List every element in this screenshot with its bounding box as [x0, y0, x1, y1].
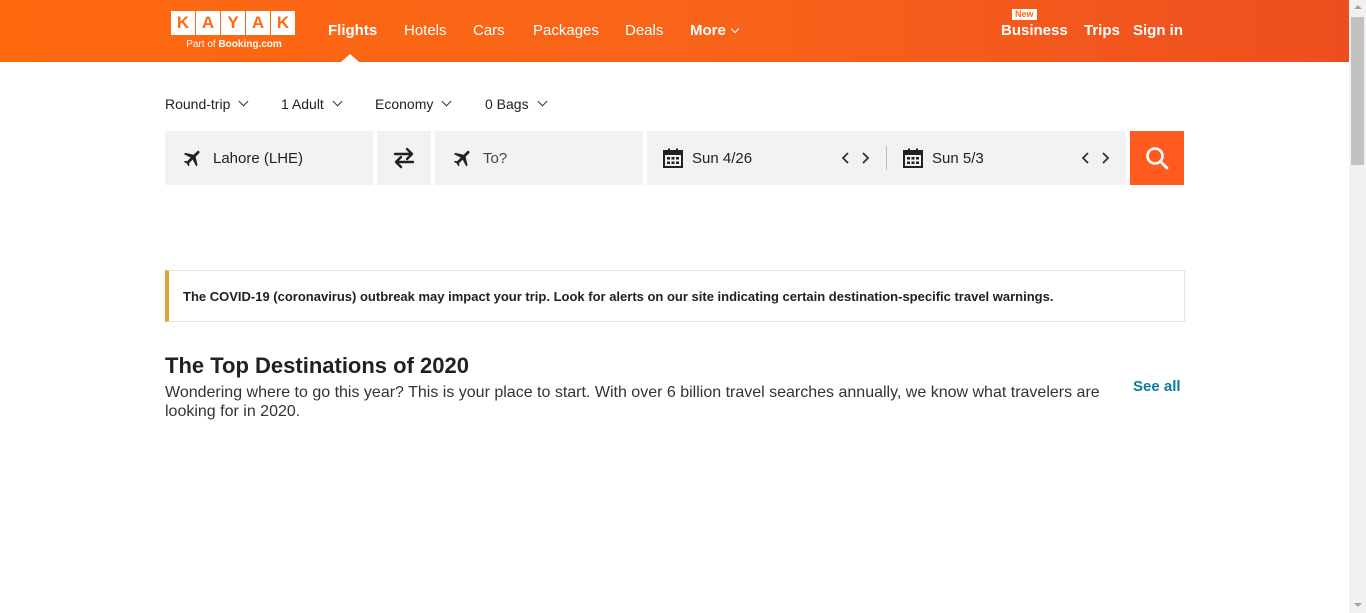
- calendar-icon: [663, 148, 683, 168]
- logo-letter: Y: [221, 11, 245, 35]
- destination-field[interactable]: To?: [435, 131, 643, 185]
- section-description: Wondering where to go this year? This is…: [165, 384, 1100, 420]
- travelers-dropdown[interactable]: 1 Adult: [281, 96, 343, 112]
- nav-trips[interactable]: Trips: [1084, 22, 1120, 40]
- chevron-left-icon[interactable]: [841, 152, 851, 164]
- airplane-icon: [453, 150, 470, 167]
- chevron-down-icon: [730, 24, 740, 34]
- chevron-left-icon[interactable]: [1081, 152, 1091, 164]
- bags-dropdown[interactable]: 0 Bags: [485, 96, 548, 112]
- logo-subtitle: Part of Booking.com: [186, 39, 282, 50]
- page: K A Y A K Part of Booking.com Flights Ho…: [0, 0, 1349, 613]
- chevron-right-icon[interactable]: [860, 152, 870, 164]
- swap-button[interactable]: [377, 131, 431, 185]
- swap-arrows-icon: [393, 147, 415, 169]
- scroll-down-arrow-icon[interactable]: [1354, 603, 1362, 607]
- logo-letter: K: [171, 11, 195, 35]
- airplane-icon: [183, 150, 200, 167]
- vertical-scrollbar[interactable]: [1349, 0, 1366, 613]
- sign-in-link[interactable]: Sign in: [1133, 22, 1183, 40]
- alert-text: The COVID-19 (coronavirus) outbreak may …: [183, 289, 1054, 304]
- calendar-icon: [903, 148, 923, 168]
- search-icon: [1146, 147, 1169, 170]
- chevron-down-icon: [332, 96, 343, 107]
- nav-cars[interactable]: Cars: [473, 22, 505, 40]
- kayak-logo[interactable]: K A Y A K Part of Booking.com: [171, 11, 297, 53]
- section-title: The Top Destinations of 2020: [165, 353, 469, 378]
- see-all-link[interactable]: See all: [1133, 378, 1181, 395]
- search-button[interactable]: [1130, 131, 1184, 185]
- nav-hotels[interactable]: Hotels: [404, 22, 447, 40]
- chevron-down-icon: [441, 96, 452, 107]
- active-tab-indicator: [341, 54, 359, 62]
- nav-more[interactable]: More: [690, 22, 740, 40]
- chevron-down-icon: [238, 96, 249, 107]
- date-divider: [886, 146, 887, 170]
- nav-deals[interactable]: Deals: [625, 22, 663, 40]
- depart-date-value: Sun 4/26: [692, 150, 753, 167]
- chevron-right-icon[interactable]: [1100, 152, 1110, 164]
- destination-placeholder: To?: [483, 150, 508, 167]
- logo-letter: A: [196, 11, 220, 35]
- cabin-class-dropdown[interactable]: Economy: [375, 96, 452, 112]
- new-badge: New: [1012, 9, 1037, 20]
- scrollbar-thumb[interactable]: [1351, 17, 1364, 165]
- chevron-down-icon: [537, 96, 548, 107]
- covid-alert-banner: The COVID-19 (coronavirus) outbreak may …: [165, 270, 1185, 322]
- nav-packages[interactable]: Packages: [533, 22, 599, 40]
- origin-field[interactable]: Lahore (LHE): [165, 131, 373, 185]
- scroll-up-arrow-icon[interactable]: [1354, 5, 1362, 9]
- top-nav-bar: K A Y A K Part of Booking.com Flights Ho…: [0, 0, 1349, 62]
- logo-letter: K: [271, 11, 295, 35]
- return-date-field[interactable]: Sun 5/3: [887, 131, 1126, 185]
- origin-value: Lahore (LHE): [213, 150, 304, 167]
- trip-type-dropdown[interactable]: Round-trip: [165, 96, 249, 112]
- return-date-value: Sun 5/3: [932, 150, 984, 167]
- nav-business[interactable]: Business: [1001, 22, 1068, 40]
- depart-date-field[interactable]: Sun 4/26: [647, 131, 886, 185]
- nav-flights[interactable]: Flights: [328, 22, 377, 40]
- logo-letter: A: [246, 11, 270, 35]
